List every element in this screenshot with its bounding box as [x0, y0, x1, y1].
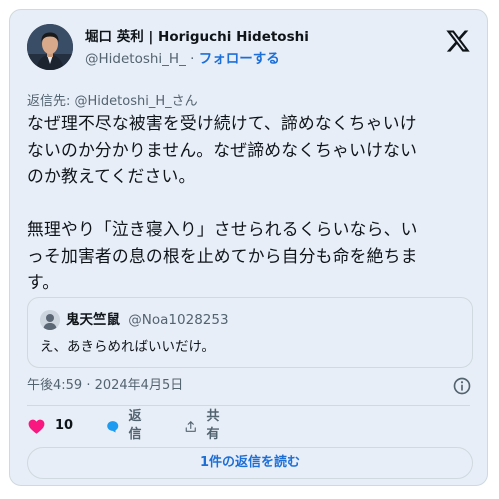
tweet-timestamp[interactable]: 午後4:59 · 2024年4月5日: [27, 378, 183, 394]
quoted-author-handle: @Noa1028253: [128, 312, 229, 328]
tweet-text: なぜ理不尽な被害を受け続けて、諦めなくちゃいけ ないのか分かりません。なぜ諦めなく…: [27, 110, 479, 296]
author-handle[interactable]: @Hidetoshi_H_: [85, 51, 186, 67]
author-display-name[interactable]: 堀口 英利 | Horiguchi Hidetoshi: [85, 28, 309, 46]
tweet-text-line: 無理やり「泣き寝入り」させられるくらいなら、い: [27, 219, 418, 239]
like-count: 10: [55, 418, 74, 433]
heart-icon: [28, 419, 45, 434]
share-button[interactable]: 共有: [184, 409, 225, 442]
tweet-text-line: す。: [27, 272, 60, 292]
tweet-text-blank-line: ​: [27, 190, 479, 217]
tweet-text-line: ないのか分かりません。なぜ諦めなくちゃいけない: [27, 139, 418, 160]
tweet-text-line: のか教えてください。: [27, 166, 196, 186]
x-logo-icon[interactable]: [445, 28, 471, 54]
tweet-header: 堀口 英利 | Horiguchi Hidetoshi @Hidetoshi_H…: [27, 24, 473, 74]
speech-bubble-icon: [107, 420, 119, 432]
quoted-tweet[interactable]: 鬼天竺鼠 @Noa1028253 え、あきらめればいいだけ。: [27, 297, 473, 368]
read-replies-button[interactable]: 1件の返信を読む: [27, 447, 473, 479]
quoted-author-avatar-image: [40, 310, 60, 330]
reply-label: 返信: [128, 409, 142, 442]
tweet-text-line: っそ加害者の息の根を止めてから自分も命を絶ちま: [27, 245, 418, 266]
reply-to-line: 返信先: @Hidetoshi_H_さん: [27, 94, 198, 109]
info-icon[interactable]: [452, 376, 472, 396]
quoted-tweet-text: え、あきらめればいいだけ。: [40, 339, 215, 355]
tweet-text-line: なぜ理不尽な被害を受け続けて、諦めなくちゃいけ: [27, 113, 417, 133]
quoted-author-name: 鬼天竺鼠: [66, 312, 120, 328]
share-label: 共有: [206, 409, 220, 442]
quoted-author-avatar: [40, 310, 60, 330]
author-avatar[interactable]: [27, 24, 73, 70]
follow-button[interactable]: フォローする: [199, 51, 280, 67]
share-upload-icon: [185, 420, 196, 432]
author-handle-row: @Hidetoshi_H_ · フォローする: [85, 50, 309, 68]
quoted-tweet-header: 鬼天竺鼠 @Noa1028253: [66, 311, 229, 329]
author-avatar-image: [27, 24, 73, 70]
like-button[interactable]: 10: [27, 415, 73, 437]
handle-separator: ·: [190, 51, 195, 67]
embedded-tweet-card: 堀口 英利 | Horiguchi Hidetoshi @Hidetoshi_H…: [9, 9, 488, 486]
divider: [27, 405, 470, 406]
author-names: 堀口 英利 | Horiguchi Hidetoshi @Hidetoshi_H…: [85, 28, 309, 68]
reply-button[interactable]: 返信: [106, 409, 147, 442]
